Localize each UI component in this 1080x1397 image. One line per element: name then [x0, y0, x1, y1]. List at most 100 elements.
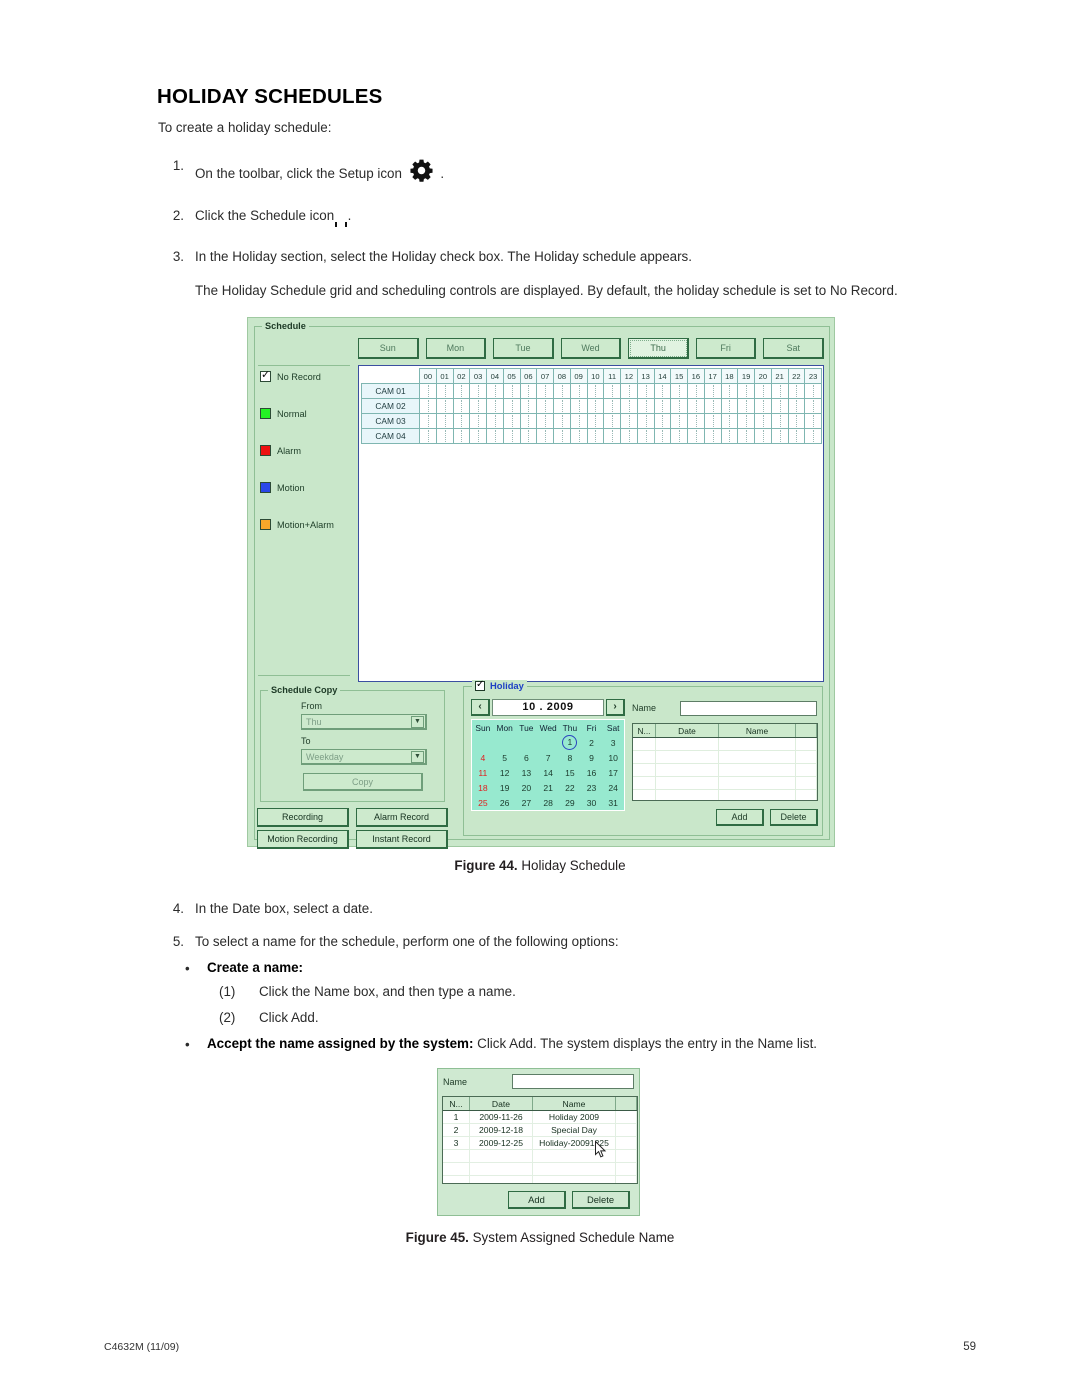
slot-cam4-19[interactable]: [737, 428, 755, 444]
slot-cam3-22[interactable]: [787, 413, 806, 429]
cal-day-1[interactable]: 1: [559, 735, 581, 750]
cell[interactable]: [532, 1162, 616, 1176]
slot-cam1-00[interactable]: [419, 383, 437, 399]
slot-cam3-09[interactable]: [569, 413, 588, 429]
slot-cam1-09[interactable]: [569, 383, 588, 399]
slot-cam1-05[interactable]: [502, 383, 521, 399]
cell[interactable]: [795, 763, 817, 777]
from-dropdown[interactable]: Thu ▼: [301, 714, 427, 730]
slot-cam4-14[interactable]: [653, 428, 672, 444]
slot-cam2-16[interactable]: [687, 398, 705, 414]
cal-day-6[interactable]: 6: [516, 750, 538, 765]
slot-cam1-07[interactable]: [536, 383, 554, 399]
cell[interactable]: [655, 737, 719, 751]
cal-day-8[interactable]: 8: [559, 750, 581, 765]
cal-day-31[interactable]: 31: [602, 795, 624, 811]
slot-cam1-06[interactable]: [519, 383, 538, 399]
slot-cam4-03[interactable]: [469, 428, 487, 444]
tab-mon[interactable]: Mon: [425, 338, 487, 359]
cell[interactable]: [655, 789, 719, 800]
slot-cam3-20[interactable]: [754, 413, 772, 429]
slot-cam4-12[interactable]: [620, 428, 638, 444]
slot-cam3-00[interactable]: [419, 413, 437, 429]
cal-day-30[interactable]: 30: [581, 795, 603, 811]
schedule-grid-panel[interactable]: 00 01 02 03 04 05 06 07 08 09 10 11 12 1…: [358, 365, 824, 682]
cal-day-15[interactable]: 15: [559, 765, 581, 780]
slot-cam4-05[interactable]: [502, 428, 521, 444]
slot-cam4-11[interactable]: [603, 428, 621, 444]
tab-sun[interactable]: Sun: [358, 338, 419, 359]
mini-delete-button[interactable]: Delete: [572, 1191, 630, 1209]
holiday-delete-button[interactable]: Delete: [770, 809, 818, 826]
cell[interactable]: [633, 776, 656, 790]
cal-day-23[interactable]: 23: [581, 780, 603, 795]
slot-cam3-12[interactable]: [620, 413, 638, 429]
cell[interactable]: [633, 737, 656, 751]
slot-cam4-23[interactable]: [804, 428, 822, 444]
chevron-left-icon[interactable]: ‹: [471, 699, 490, 716]
tab-sat[interactable]: Sat: [763, 338, 825, 359]
slot-cam2-02[interactable]: [452, 398, 471, 414]
slot-cam4-15[interactable]: [670, 428, 688, 444]
table-row[interactable]: 3 2009-12-25 Holiday-20091225: [443, 1136, 637, 1150]
slot-cam2-05[interactable]: [502, 398, 521, 414]
holiday-checkbox[interactable]: [475, 679, 485, 691]
cell[interactable]: [718, 763, 796, 777]
tab-thu[interactable]: Thu: [628, 338, 689, 359]
slot-cam1-20[interactable]: [754, 383, 772, 399]
slot-cam3-06[interactable]: [519, 413, 538, 429]
slot-cam2-10[interactable]: [586, 398, 605, 414]
cal-day-11[interactable]: 11: [472, 765, 494, 780]
slot-cam2-06[interactable]: [519, 398, 538, 414]
slot-cam2-22[interactable]: [787, 398, 806, 414]
cell[interactable]: [615, 1149, 637, 1163]
cell[interactable]: [655, 750, 719, 764]
cell[interactable]: [443, 1175, 470, 1183]
tab-wed[interactable]: Wed: [560, 338, 622, 359]
legend-normal[interactable]: Normal: [260, 408, 307, 419]
cell[interactable]: [443, 1149, 470, 1163]
slot-cam2-11[interactable]: [603, 398, 621, 414]
slot-cam2-23[interactable]: [804, 398, 822, 414]
slot-cam3-11[interactable]: [603, 413, 621, 429]
slot-cam3-08[interactable]: [553, 413, 571, 429]
slot-cam1-18[interactable]: [720, 383, 739, 399]
legend-alarm[interactable]: Alarm: [260, 445, 301, 456]
slot-cam4-06[interactable]: [519, 428, 538, 444]
cell[interactable]: [615, 1162, 637, 1176]
cell[interactable]: [655, 763, 719, 777]
cell[interactable]: [469, 1149, 533, 1163]
slot-cam1-23[interactable]: [804, 383, 822, 399]
slot-cam1-22[interactable]: [787, 383, 806, 399]
cal-day-21[interactable]: 21: [537, 780, 559, 795]
slot-cam1-08[interactable]: [553, 383, 571, 399]
table-row[interactable]: 2 2009-12-18 Special Day: [443, 1123, 637, 1137]
slot-cam3-03[interactable]: [469, 413, 487, 429]
slot-cam4-04[interactable]: [486, 428, 504, 444]
copy-button[interactable]: Copy: [303, 773, 423, 791]
cal-day-26[interactable]: 26: [494, 795, 516, 811]
cal-day-9[interactable]: 9: [581, 750, 603, 765]
slot-cam3-14[interactable]: [653, 413, 672, 429]
slot-cam1-17[interactable]: [703, 383, 722, 399]
cal-day-27[interactable]: 27: [516, 795, 538, 811]
slot-cam4-09[interactable]: [569, 428, 588, 444]
slot-cam4-22[interactable]: [787, 428, 806, 444]
slot-cam4-16[interactable]: [687, 428, 705, 444]
cal-day-4[interactable]: 4: [472, 750, 494, 765]
legend-motion-alarm[interactable]: Motion+Alarm: [260, 519, 334, 530]
cal-day-5[interactable]: 5: [494, 750, 516, 765]
slot-cam4-17[interactable]: [703, 428, 722, 444]
cal-day-2[interactable]: 2: [581, 735, 603, 750]
cell[interactable]: [718, 776, 796, 790]
to-dropdown[interactable]: Weekday ▼: [301, 749, 427, 765]
slot-cam2-14[interactable]: [653, 398, 672, 414]
slot-cam1-19[interactable]: [737, 383, 755, 399]
cell[interactable]: [469, 1162, 533, 1176]
cell[interactable]: [633, 789, 656, 800]
cal-day-19[interactable]: 19: [494, 780, 516, 795]
motion-recording-button[interactable]: Motion Recording: [257, 830, 349, 849]
slot-cam3-10[interactable]: [586, 413, 605, 429]
slot-cam4-00[interactable]: [419, 428, 437, 444]
cell[interactable]: [795, 737, 817, 751]
